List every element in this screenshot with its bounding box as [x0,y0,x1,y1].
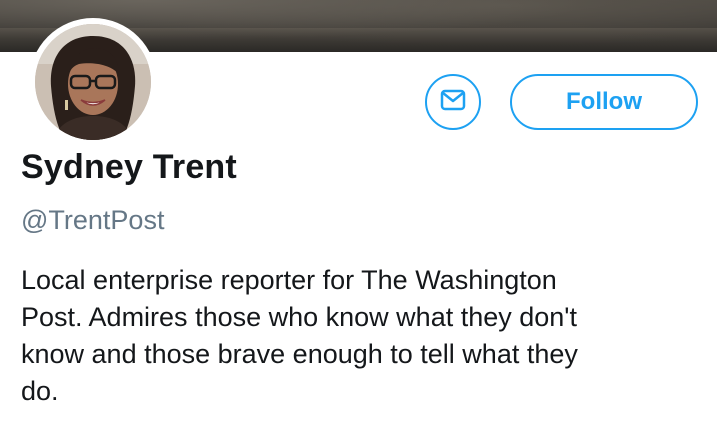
bio-line: know and those brave enough to tell what… [21,339,578,369]
bio-line: do. [21,376,59,406]
profile-page: Follow Sydney Trent @TrentPost Local ent… [0,0,717,430]
envelope-icon [440,89,466,116]
avatar-portrait [35,24,151,140]
follow-button-label: Follow [566,88,642,115]
avatar[interactable] [35,24,151,140]
bio-line: Local enterprise reporter for The Washin… [21,265,557,295]
profile-bio: Local enterprise reporter for The Washin… [21,262,701,410]
bio-line: Post. Admires those who know what they d… [21,302,577,332]
profile-handle[interactable]: @TrentPost [21,205,164,236]
message-button[interactable] [425,74,481,130]
profile-name: Sydney Trent [21,148,237,186]
follow-button[interactable]: Follow [510,74,698,130]
